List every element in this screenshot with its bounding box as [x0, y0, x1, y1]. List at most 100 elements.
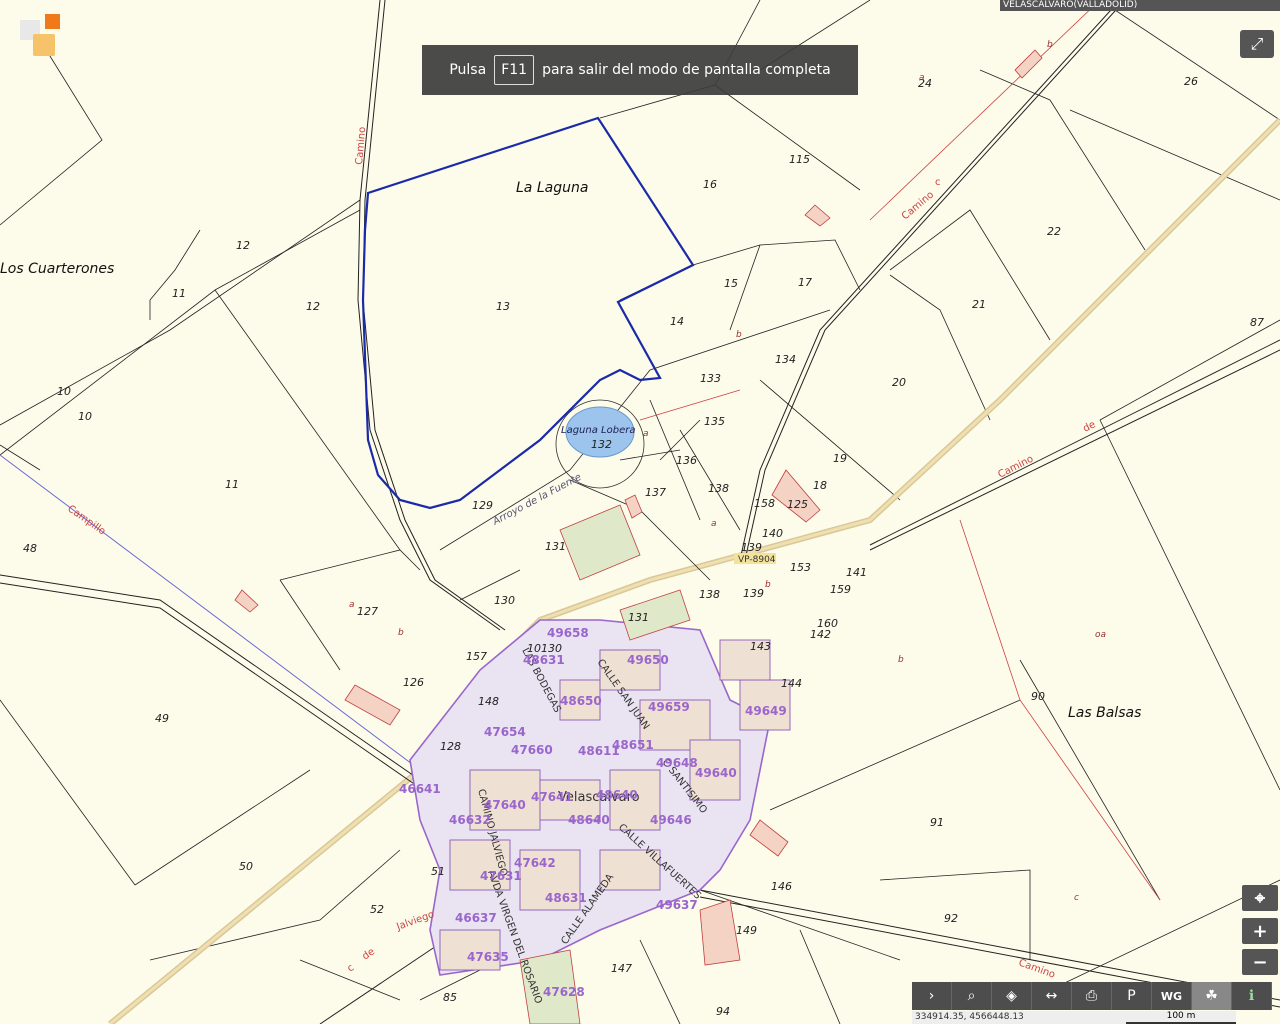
chevron-right-icon: ›: [928, 988, 935, 1004]
subparcel-letter: b: [398, 628, 404, 638]
parcel-number: 134: [775, 353, 796, 366]
cadastral-map[interactable]: La Laguna Los Cuarterones Las Balsas Lag…: [0, 0, 1280, 1024]
label-la-laguna: La Laguna: [516, 180, 588, 196]
layers-icon: ◈: [1006, 988, 1017, 1004]
urban-block-number: 47635: [467, 950, 509, 964]
zoom-in-button[interactable]: +: [1242, 918, 1278, 944]
crosshair-icon: ⌖: [1254, 887, 1266, 909]
fullscreen-button[interactable]: ⤢: [1240, 30, 1274, 58]
urban-block-number: 49640: [695, 766, 737, 780]
parcel-number: 18: [813, 479, 827, 492]
subparcel-letter: oa: [1095, 630, 1106, 640]
parcel-number: 137: [645, 486, 666, 499]
parcel-number: 129: [472, 499, 493, 512]
parcel-number: 85: [443, 991, 457, 1004]
f11-key: F11: [494, 55, 535, 85]
label-c-1: c: [935, 177, 941, 188]
label-vp-8904: VP-8904: [738, 555, 776, 565]
toolbar-measure-button[interactable]: ↔: [1032, 982, 1072, 1010]
urban-block-number: 46637: [455, 911, 497, 925]
parcel-number: 130: [494, 594, 515, 607]
parcel-number: 140: [762, 527, 783, 540]
parcel-number: 157: [466, 650, 487, 663]
urban-block-number: 48631: [545, 891, 587, 905]
info-icon: ℹ: [1248, 988, 1255, 1004]
minus-icon: −: [1252, 951, 1268, 973]
parking-icon: P: [1127, 988, 1136, 1004]
toolbar-expand-button[interactable]: ›: [912, 982, 952, 1010]
parcel-number: 159: [830, 583, 851, 596]
urban-block-number: 49649: [745, 704, 787, 718]
urban-block-number: 49646: [650, 813, 692, 827]
magnifier-icon: ⌕: [967, 988, 976, 1004]
parcel-number: 139: [743, 587, 764, 600]
urban-block-number: 47660: [511, 743, 553, 757]
parcel-number: 141: [846, 566, 867, 579]
parcel-number: 133: [700, 372, 721, 385]
locate-button[interactable]: ⌖: [1242, 885, 1278, 911]
label-las-balsas: Las Balsas: [1068, 705, 1141, 721]
parcel-number: 51: [431, 865, 445, 878]
parcel-number: 92: [944, 912, 958, 925]
urban-block-number: 47654: [484, 725, 526, 739]
parcel-number: 10: [57, 385, 71, 398]
parcel-number: 26: [1184, 75, 1198, 88]
wg-icon: WG: [1160, 989, 1183, 1003]
subparcel-letter: b: [1047, 40, 1053, 50]
parcel-number: 22: [1047, 225, 1061, 238]
toolbar-layers-button[interactable]: ◈: [992, 982, 1032, 1010]
urban-block-number: 48631: [523, 653, 565, 667]
toolbar-parking-button[interactable]: P: [1112, 982, 1152, 1010]
parcel-number: 11: [172, 287, 186, 300]
urban-block-number: 46632: [449, 813, 491, 827]
parcel-number: 12: [236, 239, 250, 252]
map-toolbar: › ⌕ ◈ ↔ ⎙ P WG ☘ ℹ: [912, 982, 1280, 1010]
toolbar-search-button[interactable]: ⌕: [952, 982, 992, 1010]
parcel-number: 12: [306, 300, 320, 313]
parcel-number: 52: [370, 903, 384, 916]
parcel-number: 131: [628, 611, 649, 624]
urban-block-number: 49650: [627, 653, 669, 667]
parcel-number: 144: [781, 677, 802, 690]
toolbar-info-button[interactable]: ℹ: [1232, 982, 1272, 1010]
urban-block-number: 47642: [514, 856, 556, 870]
parcel-number: 50: [239, 860, 253, 873]
urban-block-number: 49637: [656, 898, 698, 912]
parcel-number: 153: [790, 561, 811, 574]
label-laguna-lobera: Laguna Lobera: [561, 425, 635, 436]
subparcel-letter: a: [711, 519, 717, 529]
app-logo: [20, 14, 60, 56]
parcel-number: 149: [736, 924, 757, 937]
subparcel-letter: a: [919, 73, 925, 83]
parcel-number: 147: [611, 962, 632, 975]
urban-block-number: 47640: [484, 798, 526, 812]
parcel-number: 148: [478, 695, 499, 708]
urban-block-number: 49648: [656, 756, 698, 770]
urban-block-number: 47628: [543, 985, 585, 999]
toolbar-print-button[interactable]: ⎙: [1072, 982, 1112, 1010]
zoom-out-button[interactable]: −: [1242, 949, 1278, 975]
coordinates-readout: 334914.35, 4566448.13: [912, 1011, 1126, 1024]
parcel-number: 138: [708, 482, 729, 495]
parcel-number: 131: [545, 540, 566, 553]
notice-pre-text: Pulsa: [449, 62, 487, 78]
urban-block-number: 49658: [547, 626, 589, 640]
parcel-number: 17: [798, 276, 812, 289]
label-camino-4: Camino: [354, 126, 368, 165]
parcel-number: 132: [591, 438, 612, 451]
urban-block-number: 47641: [531, 790, 573, 804]
parcel-number: 16: [703, 178, 717, 191]
parcel-number: 21: [972, 298, 986, 311]
label-c-2: c: [345, 962, 356, 974]
label-arroyo: Arroyo de la Fuente: [490, 472, 583, 528]
urban-block-number: 48651: [612, 738, 654, 752]
parcel-number: 94: [716, 1005, 730, 1018]
subparcel-letter: a: [349, 600, 355, 610]
toolbar-wg-button[interactable]: WG: [1152, 982, 1192, 1010]
subparcel-letter: b: [736, 330, 742, 340]
parcel-number: 10: [78, 410, 92, 423]
parcel-number: 125: [787, 498, 808, 511]
urban-block-number: 47631: [480, 869, 522, 883]
subparcel-letter: b: [765, 580, 771, 590]
toolbar-cluster-button[interactable]: ☘: [1192, 982, 1232, 1010]
